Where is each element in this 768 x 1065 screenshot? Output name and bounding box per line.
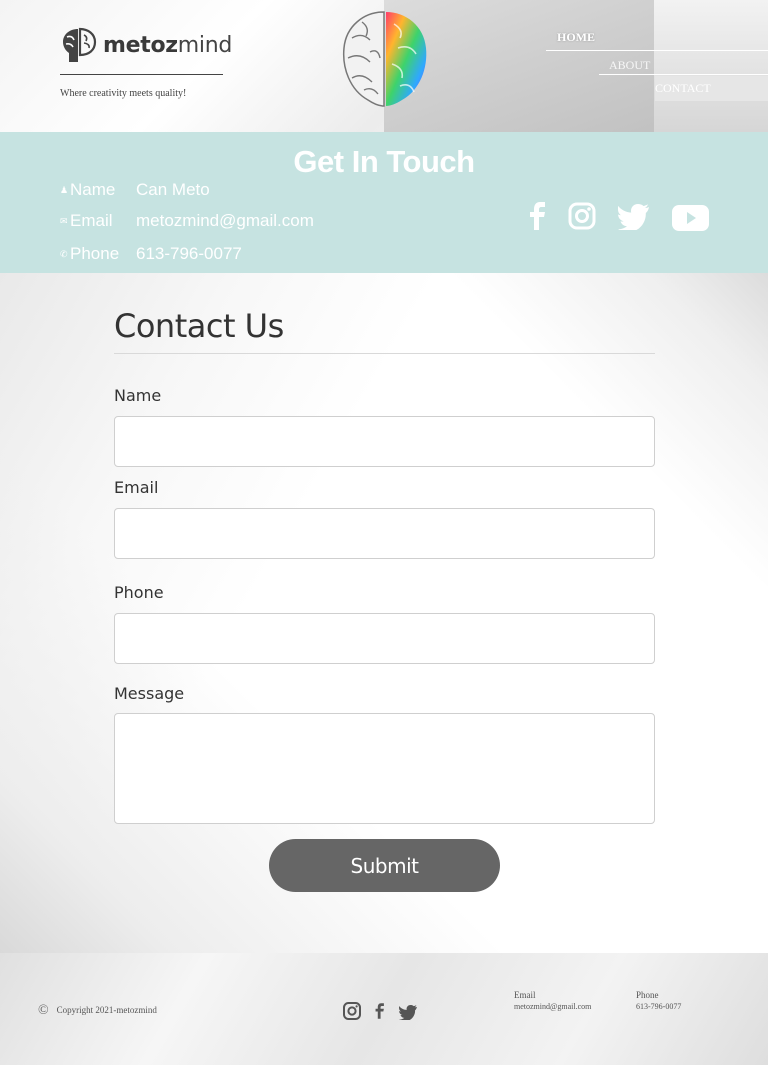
contact-email-row: ✉ Email metozmind@gmail.com bbox=[60, 211, 314, 237]
contact-phone-value[interactable]: 613-796-0077 bbox=[136, 244, 242, 264]
submit-button[interactable]: Submit bbox=[269, 839, 500, 892]
instagram-icon[interactable] bbox=[343, 1002, 361, 1020]
site-header: metozmind Where creativity meets quality… bbox=[0, 0, 768, 132]
email-field[interactable] bbox=[114, 508, 655, 559]
contact-phone-label: Phone bbox=[70, 244, 120, 263]
person-icon: ♟ bbox=[60, 185, 69, 196]
youtube-icon[interactable] bbox=[672, 205, 709, 231]
brain-logo-icon bbox=[63, 27, 97, 62]
footer-phone: Phone 613-796-0077 bbox=[636, 990, 681, 1011]
page-title: Contact Us bbox=[114, 307, 284, 345]
nav-home-link[interactable]: HOME bbox=[557, 30, 595, 45]
contact-phone-row: ✆ Phone 613-796-0077 bbox=[60, 244, 242, 270]
copyright: © Copyright 2021-metozmind bbox=[38, 1003, 157, 1019]
contact-email-value[interactable]: metozmind@gmail.com bbox=[136, 211, 314, 231]
nav-divider bbox=[599, 74, 768, 75]
facebook-icon[interactable] bbox=[529, 202, 547, 230]
name-field[interactable] bbox=[114, 416, 655, 467]
get-in-touch-title: Get In Touch bbox=[293, 144, 475, 179]
contact-name-label: Name bbox=[70, 180, 116, 199]
instagram-icon[interactable] bbox=[568, 202, 596, 230]
footer-email-title: Email bbox=[514, 990, 536, 1000]
email-field-label: Email bbox=[114, 478, 159, 497]
nav-contact-link[interactable]: CONTACT bbox=[655, 76, 768, 101]
site-footer: © Copyright 2021-metozmind Email metozmin… bbox=[0, 953, 768, 1065]
footer-phone-title: Phone bbox=[636, 990, 659, 1000]
footer-phone-value[interactable]: 613-796-0077 bbox=[636, 1002, 681, 1011]
twitter-icon[interactable] bbox=[399, 1005, 417, 1020]
get-in-touch-band: Get In Touch ♟ Name Can Meto ✉ Email metoz… bbox=[0, 132, 768, 273]
contact-name-row: ♟ Name Can Meto bbox=[60, 180, 210, 206]
name-field-label: Name bbox=[114, 386, 162, 405]
message-field-label: Message bbox=[114, 684, 185, 703]
header-background-shade-right bbox=[654, 0, 768, 132]
twitter-icon[interactable] bbox=[618, 204, 649, 230]
envelope-icon: ✉ bbox=[60, 216, 68, 227]
contact-name-value: Can Meto bbox=[136, 180, 210, 199]
footer-email-value[interactable]: metozmind@gmail.com bbox=[514, 1002, 591, 1011]
colorful-brain-icon bbox=[342, 11, 427, 107]
site-logo[interactable]: metozmind Where creativity meets quality… bbox=[60, 27, 232, 102]
phone-field[interactable] bbox=[114, 613, 655, 664]
facebook-icon[interactable] bbox=[375, 1003, 385, 1019]
logo-divider bbox=[60, 74, 223, 75]
title-divider bbox=[114, 353, 655, 354]
contact-form-section: Contact Us Name Email Phone Message Subm… bbox=[0, 273, 768, 953]
phone-icon: ✆ bbox=[60, 249, 68, 260]
copyright-text: Copyright 2021-metozmind bbox=[56, 1005, 157, 1016]
message-field[interactable] bbox=[114, 713, 655, 824]
copyright-icon: © bbox=[38, 1003, 49, 1018]
brand-name: metozmind bbox=[103, 33, 233, 58]
nav-about-link[interactable]: ABOUT bbox=[609, 58, 650, 73]
nav-divider bbox=[546, 50, 768, 51]
contact-email-label: Email bbox=[70, 211, 113, 230]
footer-email: Email metozmind@gmail.com bbox=[514, 990, 591, 1011]
phone-field-label: Phone bbox=[114, 583, 164, 602]
tagline: Where creativity meets quality! bbox=[60, 88, 187, 99]
